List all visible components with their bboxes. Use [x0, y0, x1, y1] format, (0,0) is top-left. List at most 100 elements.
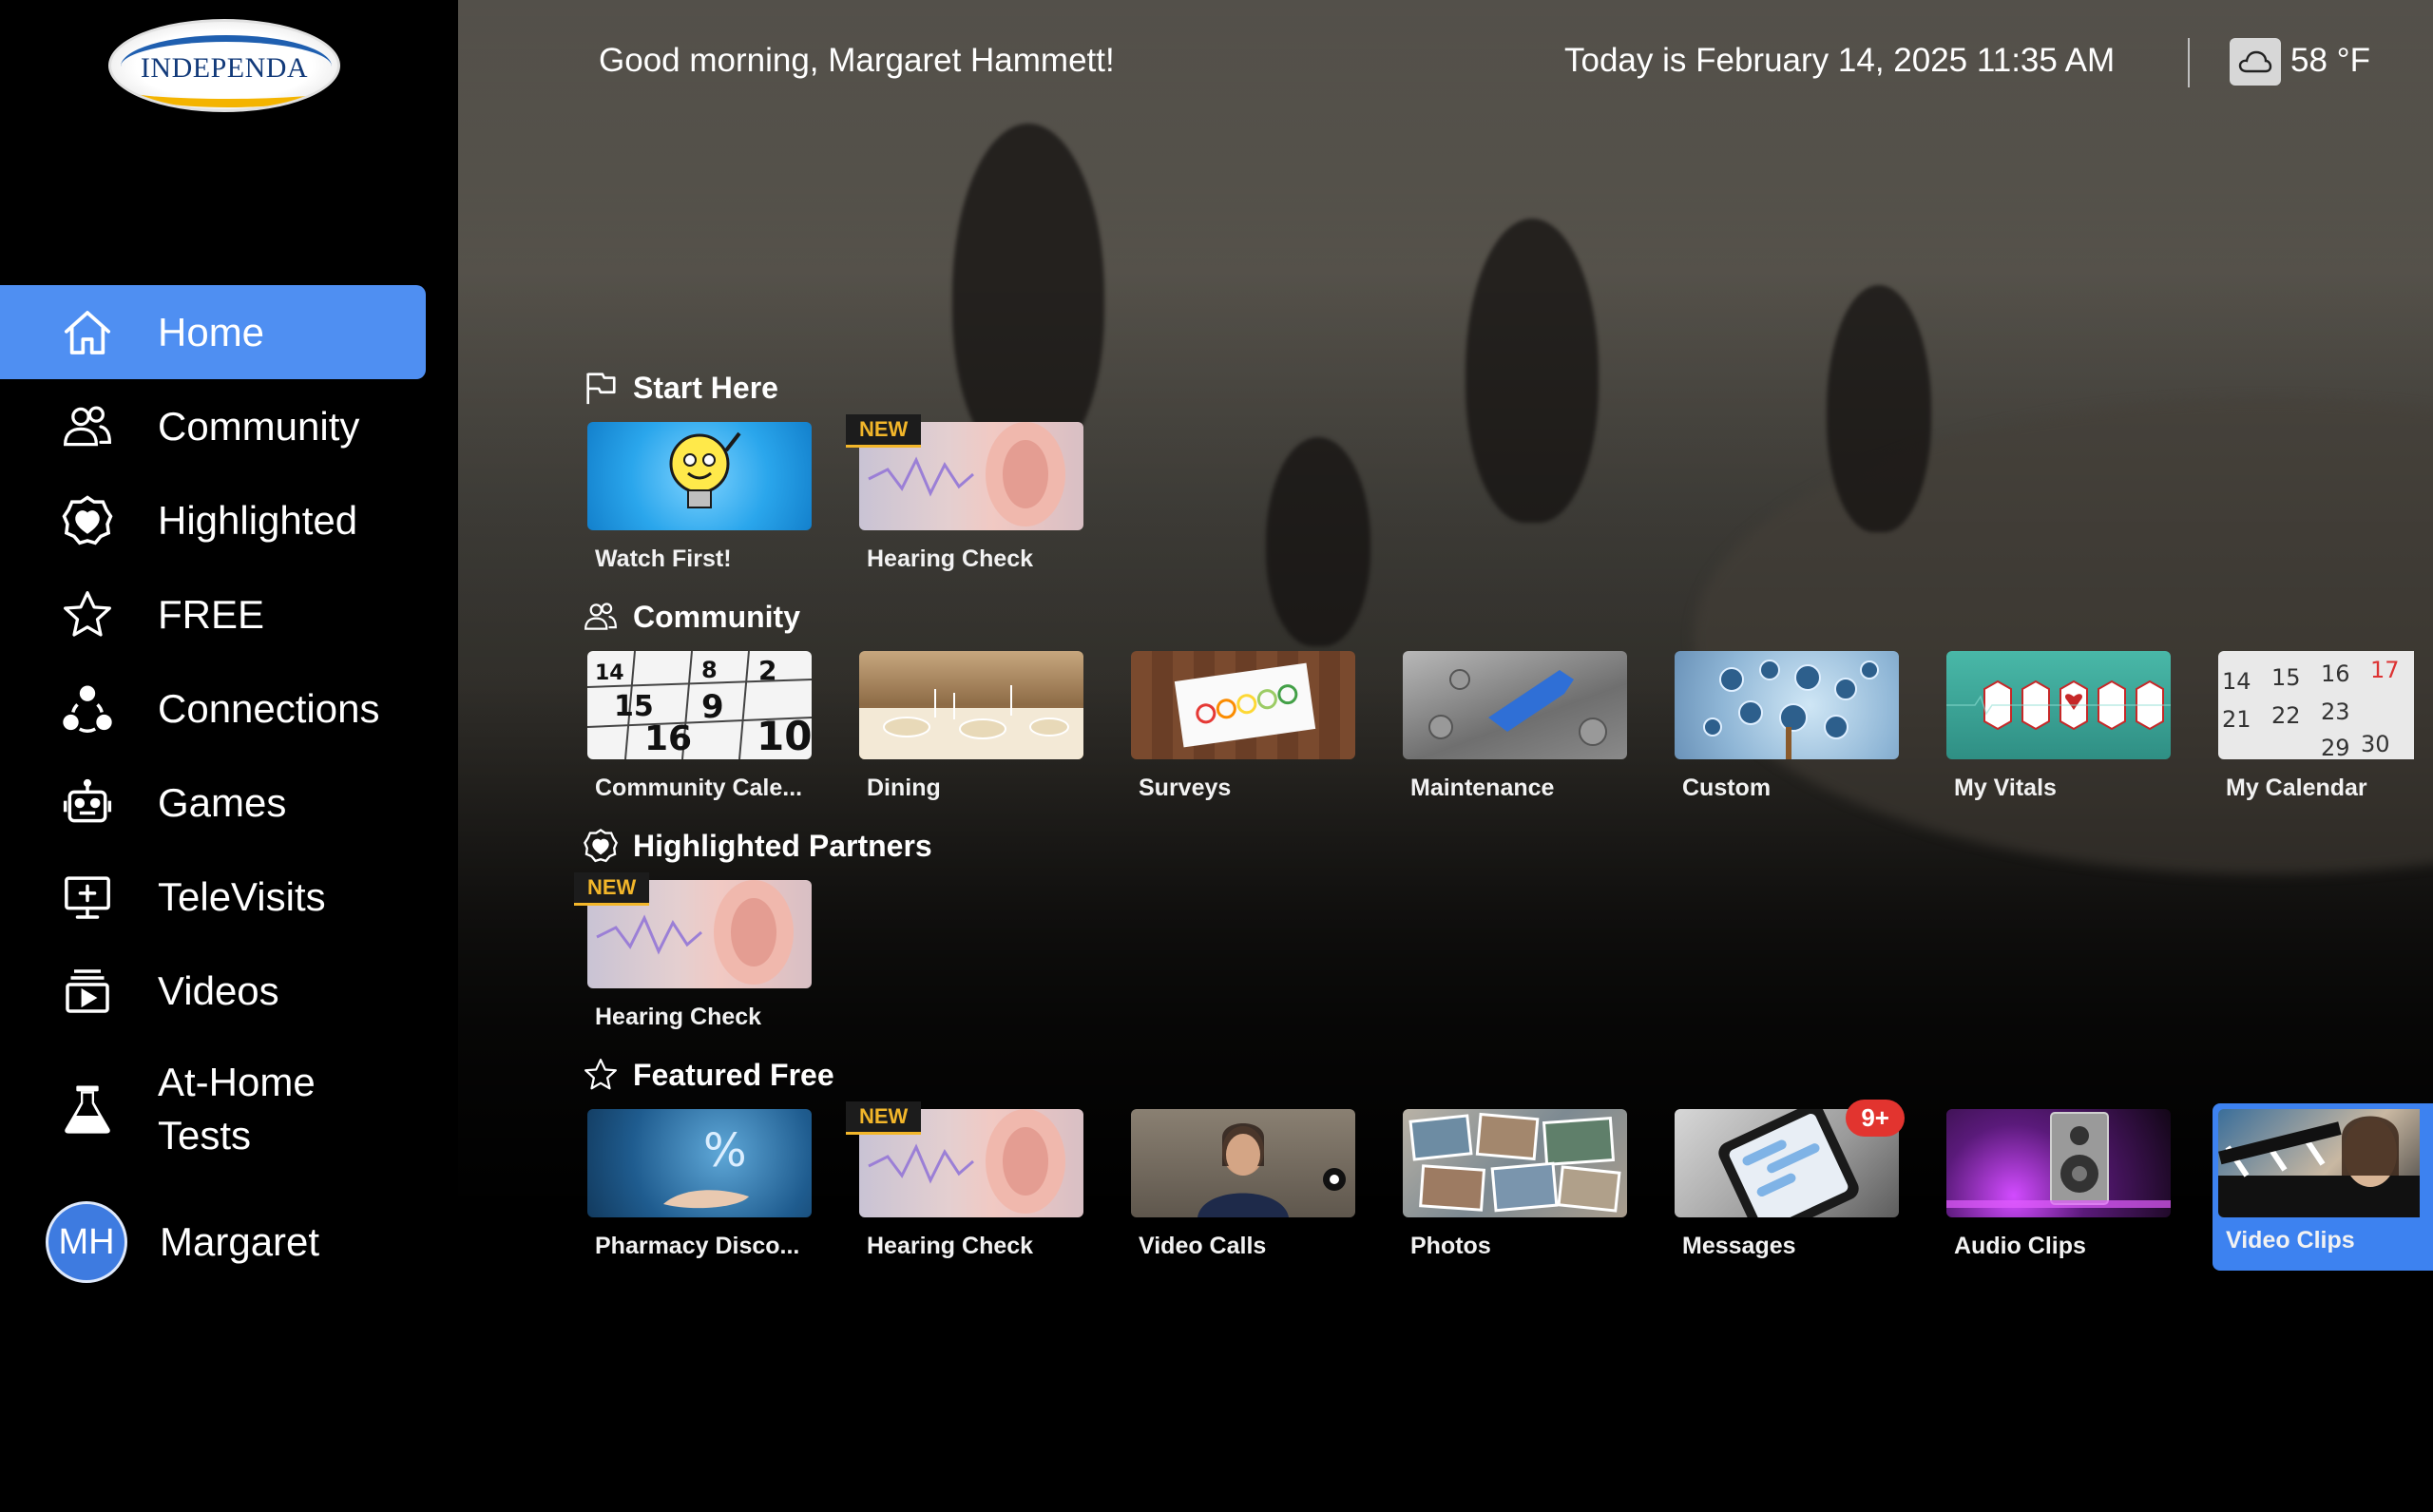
- tile-hearing-check[interactable]: NEW Hearing Check: [846, 1101, 1083, 1337]
- home-icon: [57, 302, 118, 363]
- calendar-number: 2: [758, 655, 776, 686]
- section-title: Start Here: [582, 367, 1125, 409]
- sidebar-item-televisits[interactable]: TeleVisits: [0, 850, 426, 944]
- my-calendar-number: 16: [2321, 660, 2350, 687]
- tile-video-calls[interactable]: Video Calls: [1131, 1109, 1355, 1337]
- tile-label: Maintenance: [1410, 775, 1555, 801]
- sidebar-item-community[interactable]: Community: [0, 379, 426, 473]
- tile-video-clips[interactable]: Video Clips: [2213, 1103, 2433, 1271]
- tile-my-calendar[interactable]: 14 15 16 17 21 22 23 29 30 My Calendar: [2218, 651, 2433, 879]
- section-title-text: Highlighted Partners: [633, 828, 932, 863]
- tile-label: Messages: [1682, 1233, 1796, 1259]
- sidebar-user-profile[interactable]: MH Margaret: [0, 1180, 426, 1304]
- sidebar-item-label: Community: [158, 403, 360, 449]
- sidebar-item-videos[interactable]: Videos: [0, 944, 426, 1038]
- sidebar-item-label: FREE: [158, 591, 265, 637]
- section-title-text: Featured Free: [633, 1057, 834, 1092]
- sidebar-item-label: Home: [158, 309, 265, 354]
- tile-label: Pharmacy Disco...: [595, 1233, 800, 1259]
- sidebar-item-home[interactable]: Home: [0, 285, 426, 379]
- sidebar-item-connections[interactable]: Connections: [0, 661, 426, 756]
- new-badge: NEW: [846, 1101, 922, 1135]
- flag-icon: [582, 369, 620, 407]
- televisits-icon: [57, 867, 118, 928]
- tile-surveys[interactable]: Surveys: [1131, 651, 1355, 879]
- sidebar-nav: Home Community Highlighted FREE Connecti…: [0, 285, 426, 1304]
- sidebar: INDEPENDA Home Community Highlighted FRE…: [0, 0, 458, 1512]
- tile-pharmacy-discount[interactable]: % Pharmacy Disco...: [587, 1109, 812, 1337]
- calendar-number: 8: [701, 657, 718, 683]
- tile-photos[interactable]: Photos: [1403, 1109, 1627, 1337]
- sidebar-item-label: At-Home Tests: [158, 1060, 316, 1158]
- dining-table-image: [859, 685, 1083, 759]
- calendar-number: 10: [757, 713, 812, 759]
- tile-thumbnail: %: [587, 1109, 812, 1217]
- tile-thumbnail: [859, 651, 1083, 759]
- section-title: Highlighted Partners: [582, 825, 932, 867]
- community-icon: [57, 396, 118, 457]
- sidebar-item-free[interactable]: FREE: [0, 567, 426, 661]
- tile-row: % Pharmacy Disco... NEW Hearing Check Vi…: [582, 1100, 2433, 1337]
- tile-label: Hearing Check: [595, 1004, 762, 1030]
- section-title-text: Start Here: [633, 370, 778, 405]
- tile-my-vitals[interactable]: My Vitals: [1946, 651, 2171, 879]
- tile-audio-clips[interactable]: Audio Clips: [1946, 1109, 2171, 1337]
- tile-label: Video Clips: [2226, 1227, 2355, 1254]
- user-name: Margaret: [160, 1219, 320, 1264]
- independa-logo[interactable]: INDEPENDA: [108, 19, 340, 112]
- clapperboard-image: [2218, 1116, 2420, 1217]
- my-calendar-number: 21: [2222, 706, 2251, 733]
- sidebar-item-at-home-tests[interactable]: At-Home Tests: [0, 1038, 426, 1180]
- tile-label: Watch First!: [595, 545, 732, 572]
- tile-thumbnail: [1131, 651, 1355, 759]
- calendar-number: 9: [701, 688, 724, 726]
- tile-thumbnail: [1946, 1109, 2171, 1217]
- section-title: Featured Free: [582, 1054, 2433, 1096]
- background-figure: [1466, 219, 1599, 523]
- tile-label: My Vitals: [1954, 775, 2057, 801]
- sidebar-item-label: Highlighted: [158, 497, 358, 543]
- tile-thumbnail: [1403, 651, 1627, 759]
- sidebar-item-highlighted[interactable]: Highlighted: [0, 473, 426, 567]
- sidebar-item-games[interactable]: Games: [0, 756, 426, 850]
- community-icon: [582, 598, 620, 636]
- my-calendar-number: 23: [2321, 699, 2350, 725]
- my-calendar-number: 30: [2361, 731, 2390, 757]
- tile-thumbnail: [1403, 1109, 1627, 1217]
- greeting-text: Good morning, Margaret Hammett!: [599, 42, 1115, 79]
- video-call-person-image: [1197, 1123, 1346, 1217]
- videos-icon: [57, 961, 118, 1022]
- my-calendar-number: 29: [2321, 735, 2350, 759]
- tile-messages[interactable]: 9+ Messages: [1675, 1100, 1905, 1337]
- speaker-image: [1946, 1112, 2171, 1208]
- tile-thumbnail: 14 15 16 17 21 22 23 29 30: [2218, 651, 2414, 759]
- section-title-text: Community: [633, 599, 800, 634]
- sidebar-item-label: Connections: [158, 685, 380, 731]
- new-badge: NEW: [574, 872, 650, 906]
- highlighted-icon: [57, 490, 118, 551]
- vitals-icons-image: [1946, 679, 2171, 731]
- my-calendar-number: 14: [2222, 668, 2251, 695]
- section-title: Community: [582, 596, 2433, 638]
- highlighted-icon: [582, 827, 620, 865]
- pharmacy-discount-image: %: [663, 1124, 749, 1209]
- tile-custom[interactable]: Custom: [1675, 651, 1899, 879]
- new-badge: NEW: [846, 414, 922, 448]
- tile-label: Surveys: [1139, 775, 1232, 801]
- temperature-text: 58 °F: [2290, 42, 2371, 79]
- tile-label: Custom: [1682, 775, 1772, 801]
- main-content: Good morning, Margaret Hammett! Today is…: [458, 0, 2433, 1512]
- tile-thumbnail: [1131, 1109, 1355, 1217]
- network-icons-image: [1703, 660, 1879, 759]
- calendar-number: 14: [595, 661, 624, 685]
- photos-collage-image: [1408, 1112, 1621, 1213]
- sidebar-item-label: TeleVisits: [158, 873, 326, 919]
- star-icon: [582, 1056, 620, 1094]
- my-calendar-number: 17: [2370, 657, 2400, 683]
- tile-label: Hearing Check: [867, 545, 1034, 572]
- star-icon: [57, 584, 118, 645]
- sidebar-item-label: Videos: [158, 967, 279, 1013]
- tile-maintenance[interactable]: Maintenance: [1403, 651, 1627, 879]
- avatar: MH: [46, 1201, 127, 1283]
- my-calendar-number: 15: [2271, 664, 2301, 691]
